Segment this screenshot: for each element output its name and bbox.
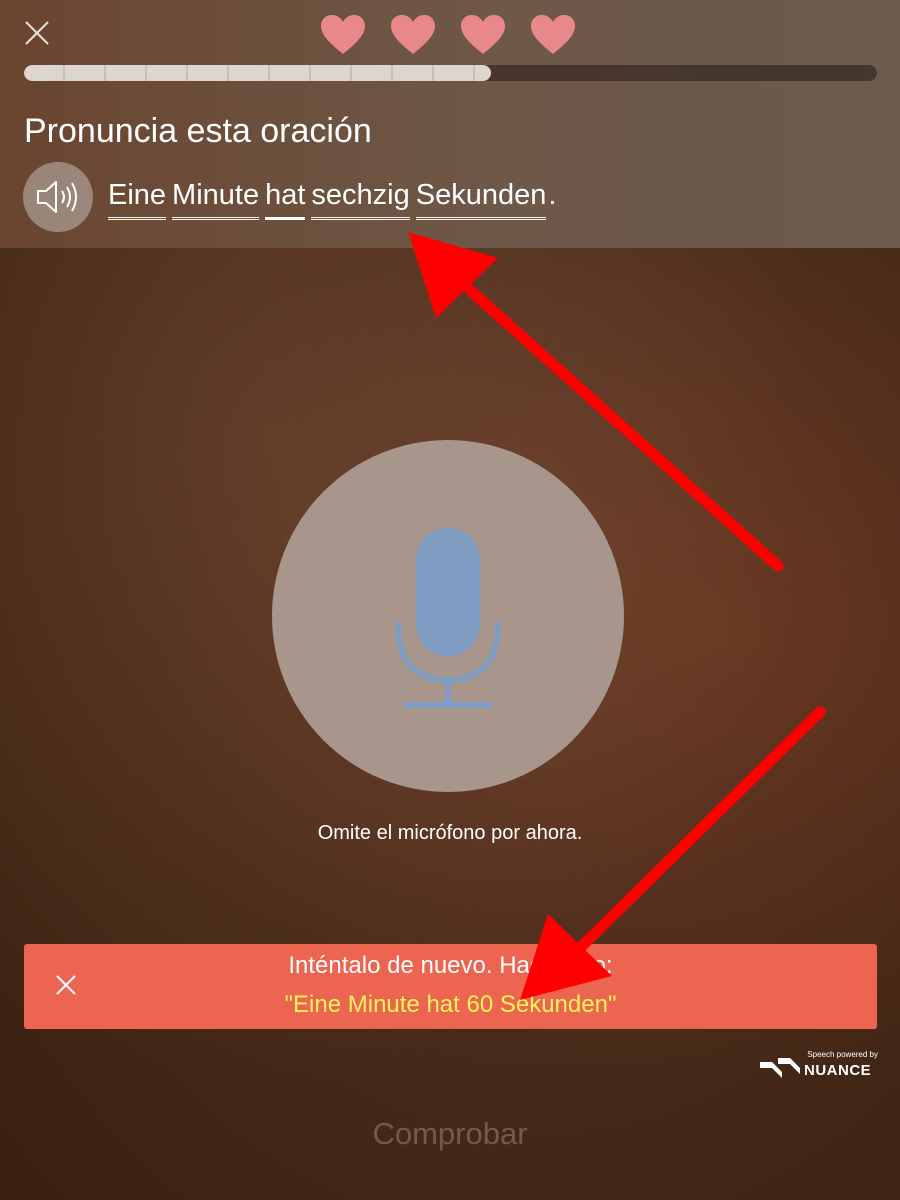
speaker-icon [37, 181, 77, 213]
progress-fill [24, 65, 491, 81]
sentence-word[interactable]: sechzig [311, 178, 410, 220]
target-sentence: Eine Minute hat sechzig Sekunden. [108, 178, 556, 220]
record-microphone-button[interactable] [272, 440, 624, 792]
check-button[interactable]: Comprobar [0, 1116, 900, 1152]
sentence-word[interactable]: Minute [172, 178, 260, 220]
heart-icon [531, 15, 575, 54]
recognized-speech: "Eine Minute hat 60 Sekunden" [284, 991, 617, 1018]
heart-icon [391, 15, 435, 54]
powered-by-label: Speech powered by [807, 1050, 878, 1059]
close-icon [25, 21, 49, 45]
microphone-icon [395, 528, 501, 708]
nuance-wordmark: NUANCE [804, 1062, 872, 1079]
instruction-title: Pronuncia esta oración [24, 112, 372, 150]
feedback-banner: Inténtalo de nuevo. Has dicho: "Eine Min… [24, 944, 877, 1029]
nuance-logo: Speech powered by NUANCE [758, 1050, 880, 1082]
feedback-title: Inténtalo de nuevo. Has dicho: [288, 952, 613, 979]
close-button[interactable] [22, 18, 52, 48]
sentence-word[interactable]: Eine [108, 178, 167, 220]
play-audio-button[interactable] [23, 162, 93, 232]
sentence-punctuation: . [548, 179, 557, 211]
lesson-progress-bar [24, 65, 877, 81]
lives-hearts [320, 14, 576, 58]
nuance-mark-icon [760, 1058, 800, 1078]
heart-icon [321, 15, 365, 54]
skip-microphone-link[interactable]: Omite el micrófono por ahora. [0, 822, 900, 845]
sentence-word[interactable]: Sekunden [415, 178, 547, 220]
sentence-word[interactable]: hat [265, 178, 306, 220]
heart-icon [461, 15, 505, 54]
